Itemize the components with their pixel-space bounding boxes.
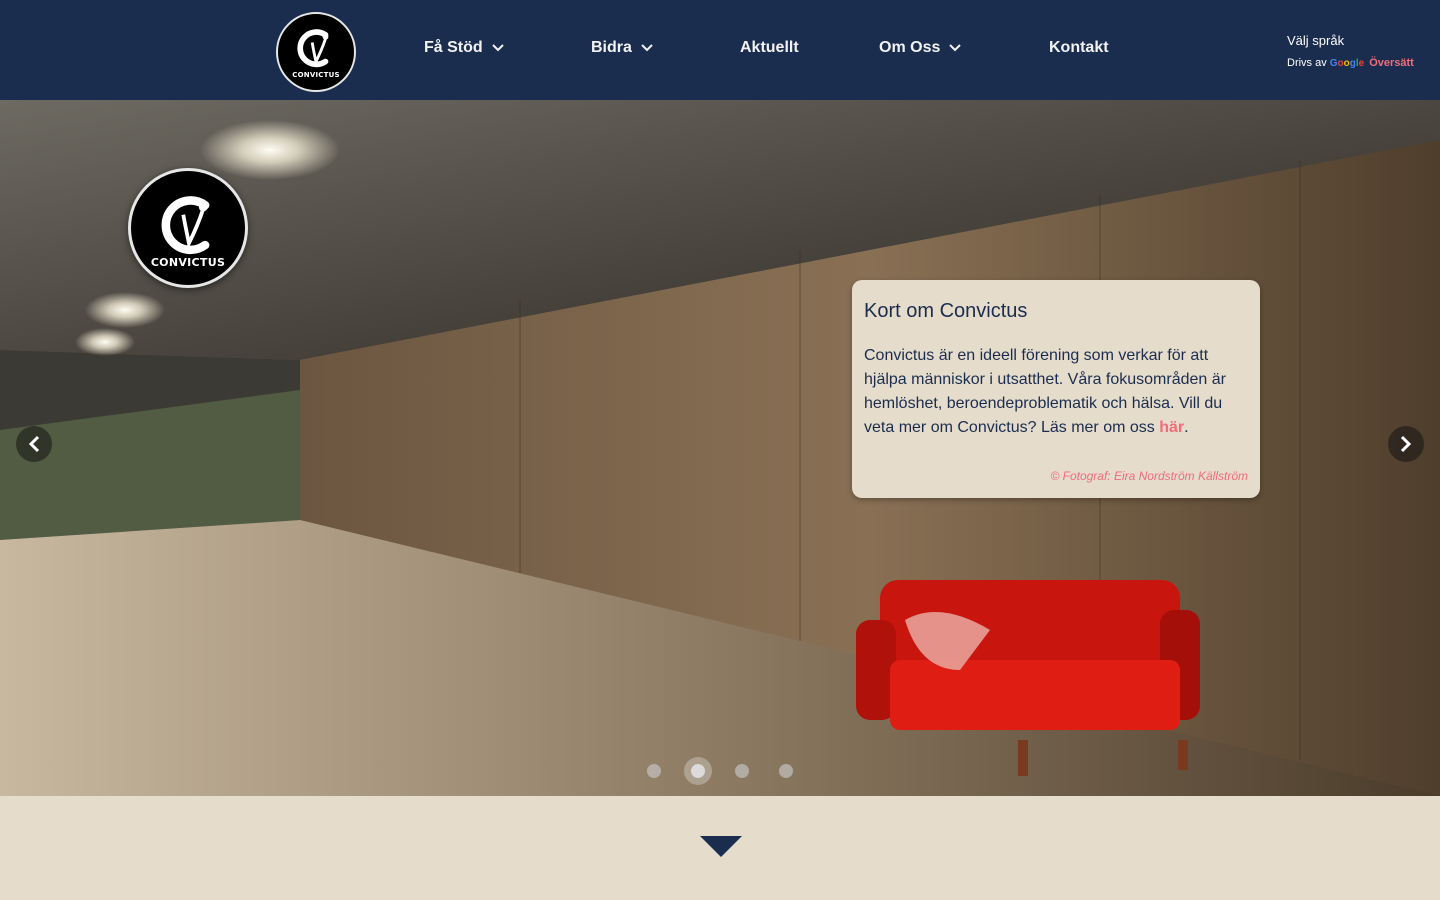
- triangle-down-icon[interactable]: [700, 836, 742, 858]
- slider-pagination: [647, 764, 823, 778]
- card-title: Kort om Convictus: [864, 300, 1028, 322]
- nav-item-fa-stod[interactable]: Få Stöd: [424, 36, 504, 60]
- google-translate-credit: Drivs av Google Översätt: [1287, 57, 1414, 69]
- nav-item-kontakt[interactable]: Kontakt: [1049, 36, 1109, 60]
- nav-item-label: Få Stöd: [424, 39, 483, 56]
- nav-item-label: Aktuellt: [740, 39, 799, 56]
- slider-prev-button[interactable]: [16, 426, 52, 462]
- chevron-down-icon: [491, 44, 504, 52]
- logo-text: CONVICTUS: [292, 71, 340, 79]
- slider-dot-active[interactable]: [691, 764, 705, 778]
- nav-item-aktuellt[interactable]: Aktuellt: [740, 36, 799, 60]
- chevron-down-icon: [641, 44, 653, 52]
- powered-by-text: Drivs av: [1287, 57, 1327, 69]
- google-letter: e: [1358, 57, 1365, 69]
- card-body: Convictus är en ideell förening som verk…: [864, 344, 1248, 440]
- chevron-down-icon: [949, 44, 962, 52]
- chevron-right-icon: [1400, 435, 1412, 453]
- nav-item-label: Om Oss: [879, 39, 941, 56]
- hero-logo: CONVICTUS: [128, 168, 248, 288]
- site-header: CONVICTUS Få Stöd Bidra Aktuellt Om Oss …: [0, 0, 1440, 100]
- language-select[interactable]: Välj språk: [1287, 33, 1344, 48]
- slider-dot[interactable]: [735, 764, 749, 778]
- chevron-left-icon: [28, 435, 40, 453]
- google-logo: Google: [1330, 58, 1364, 69]
- about-card: Kort om Convictus Convictus är en ideell…: [852, 280, 1260, 498]
- slider-dot[interactable]: [779, 764, 793, 778]
- photo-credit: © Fotograf: Eira Nordström Källström: [1050, 469, 1248, 483]
- card-body-end: .: [1184, 419, 1189, 436]
- slider-dot[interactable]: [647, 764, 661, 778]
- read-more-link[interactable]: här: [1159, 419, 1184, 436]
- logo-text: CONVICTUS: [150, 256, 226, 269]
- slider-next-button[interactable]: [1388, 426, 1424, 462]
- hero-slider: CONVICTUS Kort om Convictus Convictus är…: [0, 100, 1440, 796]
- nav-item-label: Kontakt: [1049, 39, 1109, 56]
- google-letter: G: [1329, 57, 1338, 69]
- nav-item-label: Bidra: [591, 39, 632, 56]
- nav-item-om-oss[interactable]: Om Oss: [879, 36, 962, 60]
- nav-item-bidra[interactable]: Bidra: [591, 36, 653, 60]
- header-logo[interactable]: CONVICTUS: [276, 12, 356, 92]
- translate-link[interactable]: Översätt: [1369, 57, 1414, 69]
